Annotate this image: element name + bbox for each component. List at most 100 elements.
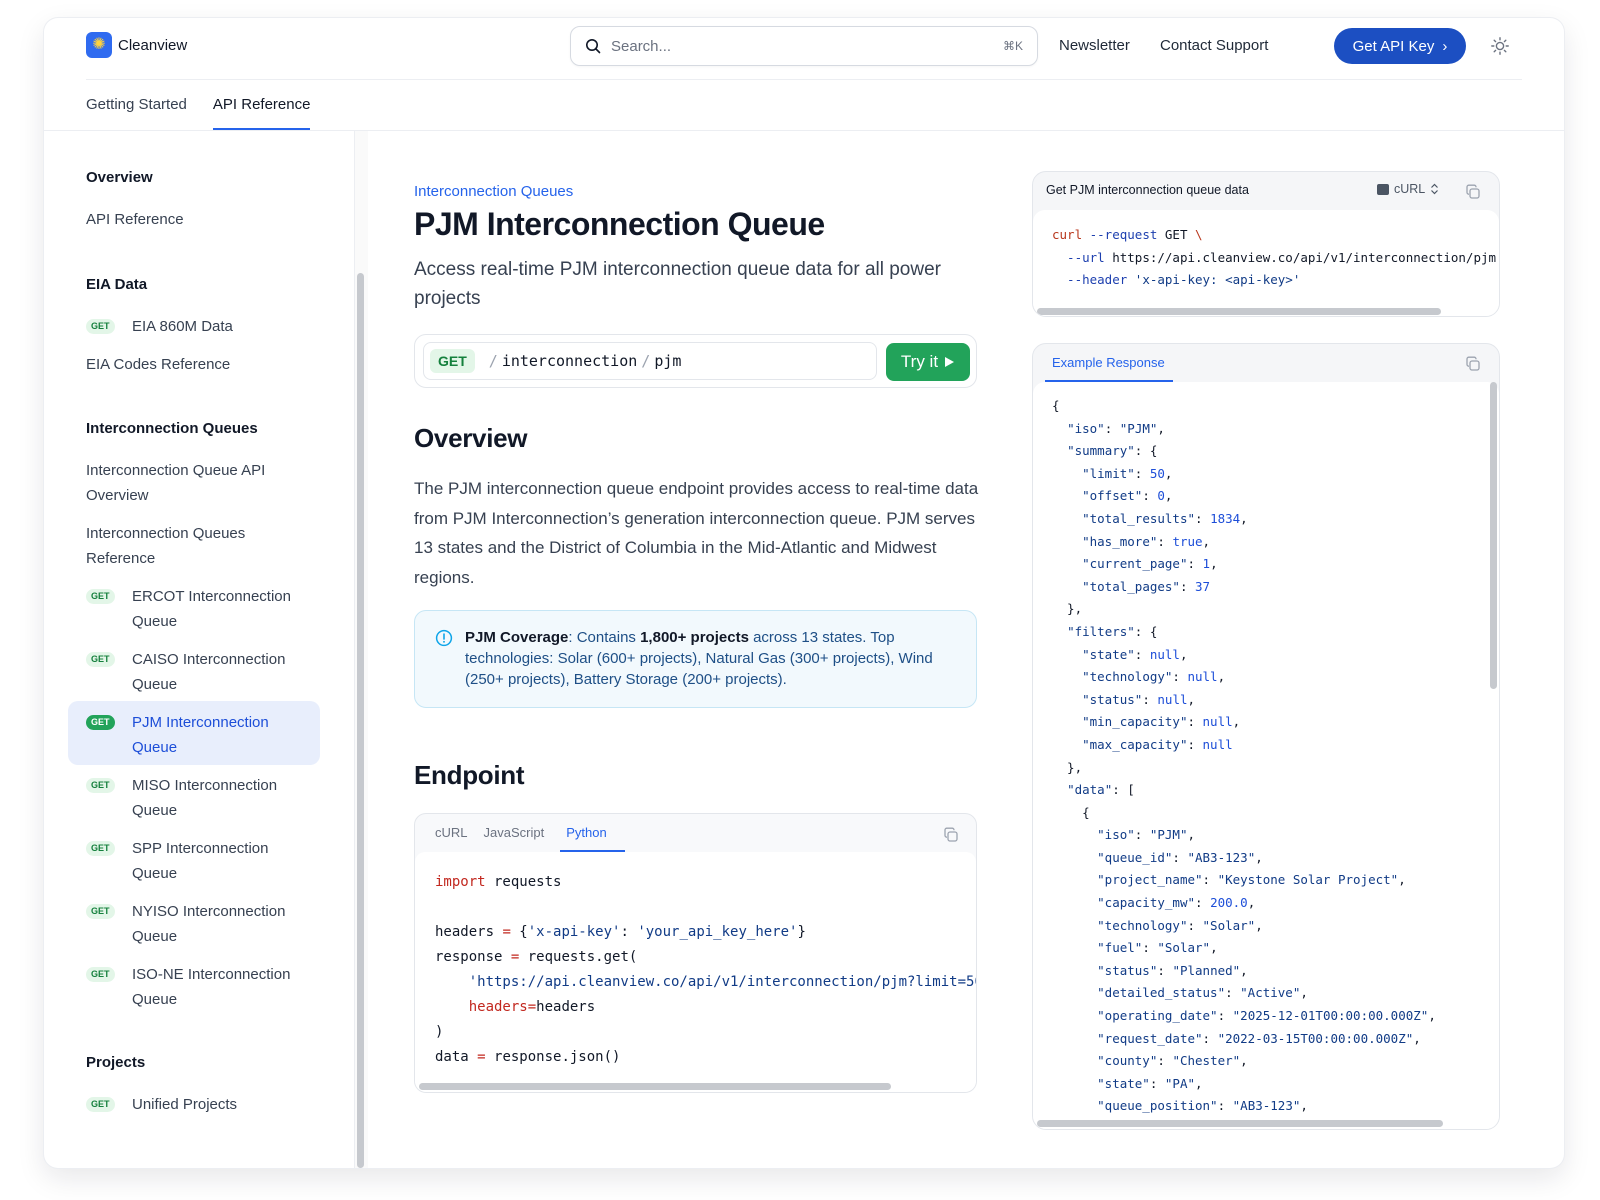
sidebar-heading-projects: Projects [86, 1054, 146, 1071]
python-code-block: import requests headers = {'x-api-key': … [415, 852, 976, 1092]
get-badge: GET [86, 1097, 115, 1112]
get-badge: GET [86, 841, 115, 856]
search-shortcut: ⌘K [1002, 39, 1023, 53]
response-horizontal-scrollbar[interactable] [1037, 1120, 1443, 1127]
json-line: "state": "PA", [1097, 1075, 1203, 1091]
json-line: "status": "Planned", [1097, 962, 1248, 978]
sidebar-item-label-line2: Queue [132, 991, 178, 1008]
sidebar-scrollbar[interactable] [357, 273, 364, 1168]
sidebar-item-eia-860m[interactable]: GET EIA 860M Data [86, 314, 322, 339]
tab-getting-started[interactable]: Getting Started [86, 80, 187, 130]
endpoint-bar: GET / interconnection / pjm Try it [414, 334, 977, 388]
language-select[interactable]: cURL [1377, 182, 1439, 196]
json-line: { [1052, 804, 1090, 820]
sidebar-item-iq-reference[interactable]: Interconnection Queues Reference [86, 521, 322, 571]
sun-logo-icon: ✺ [86, 32, 112, 58]
sidebar-item-label-line2: Queue [132, 928, 178, 945]
chevron-right-icon: › [1442, 37, 1448, 55]
json-line: "data": [ [1067, 782, 1135, 798]
json-line: "queue_id": "AB3-123", [1097, 849, 1263, 865]
code-example-card: cURL JavaScript Python import requests h… [414, 813, 977, 1093]
code-tabs: cURL JavaScript Python [435, 814, 625, 852]
request-panel: Get PJM interconnection queue data cURL … [1032, 171, 1500, 317]
json-line: }, [1052, 759, 1083, 775]
response-panel: Example Response { "iso": "PJM", "summar… [1032, 343, 1500, 1130]
code-tab-curl[interactable]: cURL [435, 814, 468, 852]
sidebar-item-label-line1: CAISO Interconnection [132, 651, 286, 668]
sidebar-item-iq-api-overview[interactable]: Interconnection Queue API Overview [86, 458, 322, 508]
coverage-callout: PJM Coverage: Contains 1,800+ projects a… [414, 610, 977, 708]
logo-text: Cleanview [118, 36, 188, 54]
sidebar-item-pjm[interactable]: GET PJM Interconnection Queue [86, 710, 322, 760]
sidebar-item-label-line1: ERCOT Interconnection [132, 588, 291, 605]
tab-api-reference[interactable]: API Reference [212, 80, 311, 130]
code-line: ) [435, 1024, 444, 1040]
json-line: "summary": { [1067, 443, 1158, 459]
sidebar-item-unified-projects[interactable]: GET Unified Projects [86, 1092, 322, 1117]
contact-support-link[interactable]: Contact Support [1160, 37, 1268, 54]
copy-icon[interactable] [1465, 356, 1481, 372]
code-tab-javascript[interactable]: JavaScript [484, 814, 545, 852]
json-line: "iso": "PJM", [1067, 420, 1165, 436]
search-icon [586, 39, 601, 54]
sidebar-item-isone[interactable]: GET ISO-NE Interconnection Queue [86, 962, 322, 1012]
sidebar-item-spp[interactable]: GET SPP Interconnection Queue [86, 836, 322, 886]
get-api-key-label: Get API Key [1352, 37, 1435, 55]
try-it-label: Try it [900, 352, 939, 371]
code-line: 'https://api.cleanview.co/api/v1/interco… [435, 974, 976, 990]
json-line: "status": null, [1082, 691, 1196, 707]
json-line: "max_capacity": null [1082, 736, 1233, 752]
response-vertical-scrollbar[interactable] [1490, 382, 1497, 689]
newsletter-link[interactable]: Newsletter [1059, 37, 1130, 54]
sidebar-item-label: Unified Projects [132, 1096, 238, 1113]
curl-code-block: curl --request GET \ --url https://api.c… [1033, 210, 1499, 316]
copy-icon[interactable] [943, 827, 959, 843]
get-badge: GET [86, 904, 115, 919]
sidebar-item-label-line1: ISO-NE Interconnection [132, 966, 291, 983]
curl-horizontal-scrollbar[interactable] [1037, 308, 1441, 315]
tab-example-response[interactable]: Example Response [1045, 344, 1173, 382]
app-window: ✺ Cleanview Search... ⌘K Newsletter Cont… [44, 18, 1564, 1168]
sidebar-item-eia-codes[interactable]: EIA Codes Reference [86, 352, 322, 377]
endpoint-path: GET / interconnection / pjm [423, 342, 877, 380]
json-line: "min_capacity": null, [1082, 714, 1241, 730]
json-line: "offset": 0, [1082, 488, 1173, 504]
code-line: headers = {'x-api-key': 'your_api_key_he… [435, 924, 806, 940]
overview-heading: Overview [414, 423, 528, 453]
request-panel-title: Get PJM interconnection queue data [1046, 183, 1249, 197]
breadcrumb[interactable]: Interconnection Queues [414, 183, 573, 200]
copy-icon[interactable] [1465, 184, 1481, 200]
search-placeholder: Search... [611, 37, 672, 55]
try-it-button[interactable]: Try it [886, 343, 970, 381]
sidebar-item-label-line2: Queue [132, 739, 178, 756]
sidebar: Overview API Reference EIA Data GET EIA … [44, 131, 354, 1168]
json-line: "technology": null, [1082, 669, 1226, 685]
sidebar-item-miso[interactable]: GET MISO Interconnection Queue [86, 773, 322, 823]
code-tab-python[interactable]: Python [560, 814, 625, 852]
code-line: response = requests.get( [435, 949, 638, 965]
search-input[interactable]: Search... ⌘K [570, 26, 1038, 66]
sun-theme-icon[interactable] [1490, 36, 1510, 56]
logo[interactable]: ✺ Cleanview [86, 32, 187, 58]
json-response-block: { "iso": "PJM", "summary": { "limit": 50… [1033, 382, 1499, 1129]
get-badge: GET [86, 778, 115, 793]
callout-highlight: 1,800+ projects [640, 629, 749, 646]
code-line: --header 'x-api-key: <api-key>' [1052, 272, 1301, 288]
get-badge: GET [86, 589, 115, 604]
sidebar-item-ercot[interactable]: GET ERCOT Interconnection Queue [86, 584, 322, 634]
get-api-key-button[interactable]: Get API Key › [1334, 28, 1466, 64]
terminal-icon [1377, 183, 1389, 195]
json-line: "detailed_status": "Active", [1097, 985, 1308, 1001]
code-line: --url https://api.cleanview.co/api/v1/in… [1052, 249, 1497, 265]
sidebar-item-api-reference[interactable]: API Reference [86, 207, 322, 232]
top-bar: ✺ Cleanview Search... ⌘K Newsletter Cont… [44, 18, 1564, 80]
sidebar-item-caiso[interactable]: GET CAISO Interconnection Queue [86, 647, 322, 697]
page-subtitle: Access real-time PJM interconnection que… [414, 259, 941, 309]
json-line: "total_results": 1834, [1082, 510, 1248, 526]
code-line: data = response.json() [435, 1049, 621, 1065]
sidebar-item-nyiso[interactable]: GET NYISO Interconnection Queue [86, 899, 322, 949]
json-line: "queue_position": "AB3-123", [1097, 1098, 1308, 1114]
top-tabs: Getting Started API Reference [86, 80, 311, 130]
method-badge: GET [430, 349, 475, 373]
code-horizontal-scrollbar[interactable] [419, 1083, 891, 1090]
